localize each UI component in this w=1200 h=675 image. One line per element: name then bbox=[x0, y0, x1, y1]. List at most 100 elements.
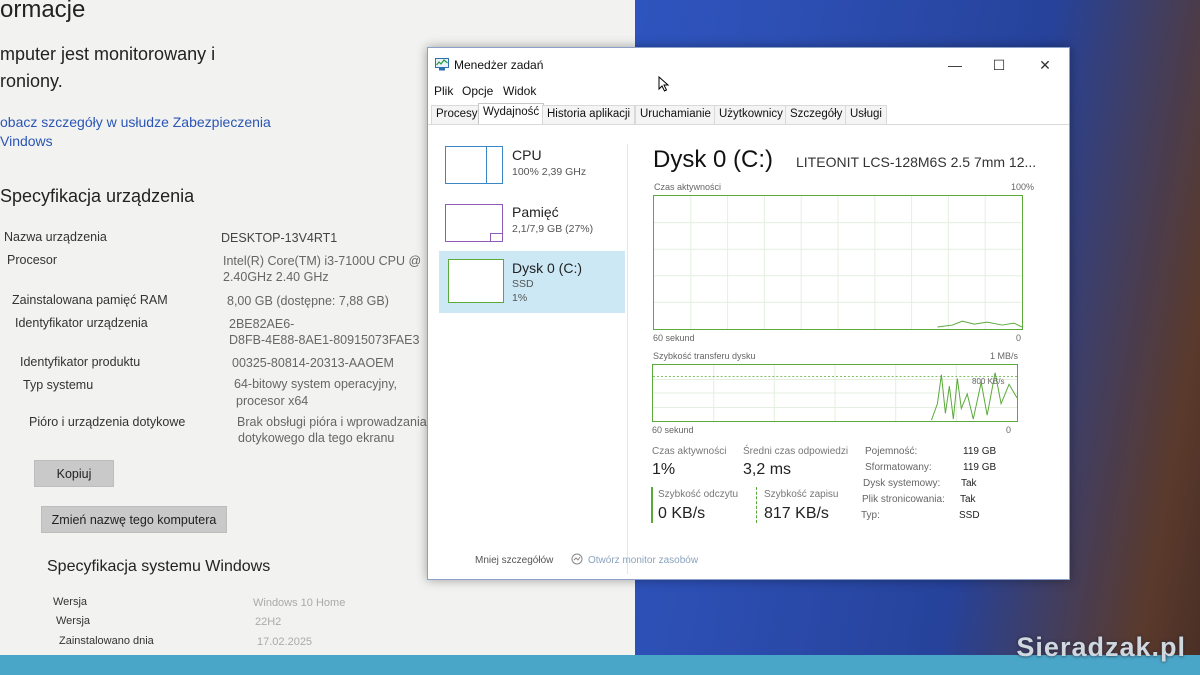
response-time-label: Średni czas odpowiedzi bbox=[743, 446, 849, 457]
menu-view[interactable]: Widok bbox=[503, 84, 536, 98]
sidebar-item-name: Pamięć bbox=[512, 204, 559, 220]
tab-performance[interactable]: Wydajność bbox=[478, 103, 545, 124]
menu-file[interactable]: Plik bbox=[434, 84, 453, 98]
activity-graph-label: Czas aktywności bbox=[654, 182, 722, 192]
prop-label: Plik stronicowania: bbox=[862, 494, 945, 505]
activity-graph-max: 100% bbox=[1011, 182, 1035, 192]
win-spec-label: Wersja bbox=[56, 615, 91, 627]
disk-title: Dysk 0 (C:) bbox=[653, 146, 773, 173]
win-spec-value: 17.02.2025 bbox=[257, 636, 313, 648]
prop-value: SSD bbox=[959, 510, 980, 521]
prop-label: Typ: bbox=[861, 510, 880, 521]
cpu-thumbnail-line bbox=[486, 147, 487, 183]
sidebar-item-disk[interactable]: Dysk 0 (C:) SSD 1% bbox=[439, 251, 625, 313]
spec-value: 8,00 GB (dostępne: 7,88 GB) bbox=[227, 294, 389, 308]
sidebar-item-sub2: 1% bbox=[512, 292, 528, 304]
spec-value: 2BE82AE6- bbox=[229, 317, 295, 331]
active-time-value: 1% bbox=[652, 461, 676, 478]
security-details-link-line2[interactable]: Vindows bbox=[0, 132, 53, 151]
prop-label: Dysk systemowy: bbox=[863, 478, 941, 489]
transfer-graph-label: Szybkość transferu dysku bbox=[653, 351, 756, 361]
response-time-value: 3,2 ms bbox=[743, 461, 792, 478]
page-title: ormacje bbox=[0, 0, 86, 23]
window-title: Menedżer zadań bbox=[454, 58, 544, 72]
spec-value-line2: procesor x64 bbox=[236, 394, 309, 408]
security-details-link[interactable]: obacz szczegóły w usłudze Zabezpieczenia bbox=[0, 113, 271, 132]
tab-services[interactable]: Usługi bbox=[845, 105, 887, 124]
sidebar-divider bbox=[627, 144, 628, 574]
security-status-line1: mputer jest monitorowany i bbox=[0, 44, 216, 64]
transfer-time-right: 0 bbox=[1006, 425, 1012, 435]
transfer-time-left: 60 sekund bbox=[652, 425, 694, 435]
sidebar-item-name: CPU bbox=[512, 147, 542, 163]
windows-spec-title: Specyfikacja systemu Windows bbox=[47, 558, 271, 575]
spec-value: Brak obsługi pióra i wprowadzania bbox=[237, 415, 427, 429]
prop-label: Pojemność: bbox=[865, 446, 918, 457]
disk-thumbnail bbox=[448, 259, 504, 303]
tab-details[interactable]: Szczegóły bbox=[785, 105, 848, 124]
memory-thumbnail-fill bbox=[490, 233, 502, 241]
sidebar-item-name: Dysk 0 (C:) bbox=[512, 260, 582, 276]
activity-time-right: 0 bbox=[1016, 333, 1022, 343]
spec-value: 64-bitowy system operacyjny, bbox=[234, 377, 398, 391]
tab-app-history[interactable]: Historia aplikacji bbox=[542, 105, 636, 124]
spec-value: DESKTOP-13V4RT1 bbox=[221, 231, 338, 245]
sidebar-item-sub: 2,1/7,9 GB (27%) bbox=[512, 223, 594, 235]
win-spec-value: Windows 10 Home bbox=[253, 597, 346, 609]
device-spec-title: Specyfikacja urządzenia bbox=[0, 186, 195, 206]
activity-time-left: 60 sekund bbox=[653, 333, 695, 343]
cpu-thumbnail bbox=[445, 146, 503, 184]
menu-options[interactable]: Opcje bbox=[462, 84, 493, 98]
sidebar-item-cpu[interactable]: CPU 100% 2,39 GHz bbox=[439, 140, 624, 198]
mouse-cursor-icon bbox=[658, 76, 670, 92]
spec-value: Intel(R) Core(TM) i3-7100U CPU @ bbox=[223, 254, 422, 268]
spec-label: Nazwa urządzenia bbox=[4, 230, 107, 244]
sidebar-item-memory[interactable]: Pamięć 2,1/7,9 GB (27%) bbox=[439, 198, 624, 256]
spec-label: Typ systemu bbox=[23, 378, 94, 392]
maximize-button[interactable]: ☐ bbox=[982, 54, 1016, 76]
prop-value: 119 GB bbox=[963, 462, 997, 473]
prop-label: Sformatowany: bbox=[865, 462, 932, 473]
spec-label: Identyfikator urządzenia bbox=[15, 316, 148, 330]
sidebar-item-sub: 100% 2,39 GHz bbox=[512, 166, 587, 178]
memory-thumbnail bbox=[445, 204, 503, 242]
prop-value: 119 GB bbox=[963, 446, 997, 457]
spec-value-line2: dotykowego dla tego ekranu bbox=[238, 431, 395, 445]
spec-value-line2: D8FB-4E88-8AE1-80915073FAE3 bbox=[229, 333, 420, 347]
task-manager-window: Menedżer zadań — ☐ ✕ Plik Opcje Widok Pr… bbox=[427, 47, 1070, 580]
copy-button[interactable]: Kopiuj bbox=[34, 460, 114, 487]
win-spec-value: 22H2 bbox=[255, 616, 282, 628]
write-speed-label: Szybkość zapisu bbox=[764, 489, 839, 500]
write-speed-value: 817 KB/s bbox=[764, 505, 829, 522]
win-spec-label: Zainstalowano dnia bbox=[59, 635, 154, 647]
rename-pc-button[interactable]: Zmień nazwę tego komputera bbox=[41, 506, 227, 533]
watermark: Sieradzak.pl bbox=[1016, 632, 1186, 662]
spec-label: Identyfikator produktu bbox=[20, 355, 141, 369]
tab-divider bbox=[428, 124, 1069, 125]
disk-model: LITEONIT LCS-128M6S 2.5 7mm 12... bbox=[796, 154, 1037, 170]
resource-monitor-icon bbox=[571, 553, 583, 565]
spec-label: Procesor bbox=[7, 253, 58, 267]
transfer-graph bbox=[652, 364, 1018, 422]
transfer-graph-max: 1 MB/s bbox=[990, 351, 1019, 361]
transfer-graph-mark: 800 KB/s bbox=[972, 377, 1005, 386]
minimize-button[interactable]: — bbox=[938, 54, 972, 76]
prop-value: Tak bbox=[961, 478, 977, 489]
activity-graph bbox=[653, 195, 1023, 330]
security-status-line2: roniony. bbox=[0, 71, 63, 91]
tab-processes[interactable]: Procesy bbox=[431, 105, 483, 124]
spec-label: Zainstalowana pamięć RAM bbox=[12, 293, 168, 307]
read-indicator bbox=[651, 487, 653, 523]
task-manager-icon bbox=[435, 58, 449, 71]
resource-monitor-link[interactable]: Otwórz monitor zasobów bbox=[588, 555, 698, 566]
active-time-label: Czas aktywności bbox=[652, 446, 727, 457]
tab-users[interactable]: Użytkownicy bbox=[714, 105, 788, 124]
read-speed-value: 0 KB/s bbox=[658, 505, 706, 522]
sidebar-item-sub: SSD bbox=[512, 278, 534, 290]
prop-value: Tak bbox=[960, 494, 976, 505]
fewer-details-link[interactable]: Mniej szczegółów bbox=[475, 555, 553, 566]
close-button[interactable]: ✕ bbox=[1028, 54, 1062, 76]
spec-value: 00325-80814-20313-AAOEM bbox=[232, 356, 394, 370]
read-speed-label: Szybkość odczytu bbox=[658, 489, 739, 500]
tab-startup[interactable]: Uruchamianie bbox=[635, 105, 716, 124]
